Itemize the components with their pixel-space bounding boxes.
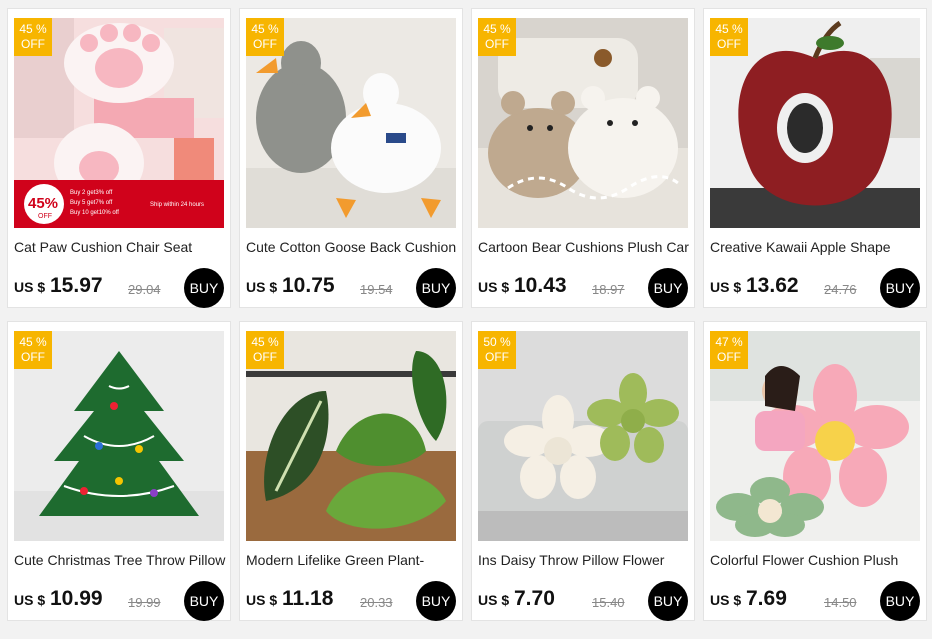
buy-button[interactable]: BUY (184, 268, 224, 308)
product-card[interactable]: 45 % OFF Cute Christmas Tree Throw Pillow… (7, 321, 231, 621)
discount-badge: 45 % OFF (246, 331, 284, 369)
product-image[interactable]: 45 % OFF (478, 18, 688, 228)
original-price: 29.04 (128, 282, 161, 297)
discount-badge: 50 % OFF (478, 331, 516, 369)
product-image[interactable]: 45% OFF Buy 2 get3% off Buy 5 get7% off … (14, 18, 224, 228)
product-title[interactable]: Colorful Flower Cushion Plush (710, 552, 924, 568)
product-card[interactable]: 45 % OFF Cute Cotton Goose Back Cushion U… (239, 8, 463, 308)
product-image[interactable]: 47 % OFF (710, 331, 920, 541)
product-title[interactable]: Cute Christmas Tree Throw Pillow (14, 552, 228, 568)
promo-percent: 45% (28, 195, 58, 212)
sale-price: 11.18 (282, 587, 334, 610)
currency-label: US $ (246, 279, 278, 295)
sale-price: 10.99 (50, 587, 103, 610)
buy-button[interactable]: BUY (648, 268, 688, 308)
buy-button[interactable]: BUY (416, 581, 456, 621)
buy-button[interactable]: BUY (880, 268, 920, 308)
buy-button[interactable]: BUY (184, 581, 224, 621)
original-price: 14.50 (824, 595, 857, 610)
product-card[interactable]: 45 % OFF Creative Kawaii Apple Shape US $… (703, 8, 927, 308)
product-title[interactable]: Modern Lifelike Green Plant- (246, 552, 460, 568)
currency-label: US $ (478, 592, 510, 608)
product-title[interactable]: Cat Paw Cushion Chair Seat (14, 239, 228, 255)
original-price: 19.54 (360, 282, 393, 297)
original-price: 20.33 (360, 595, 393, 610)
sale-price: 10.75 (282, 274, 335, 297)
sale-price: 7.70 (514, 587, 555, 610)
discount-badge: 45 % OFF (478, 18, 516, 56)
currency-label: US $ (14, 592, 46, 608)
product-title[interactable]: Creative Kawaii Apple Shape (710, 239, 924, 255)
sale-price: 13.62 (746, 274, 799, 297)
product-image[interactable]: 45 % OFF (246, 18, 456, 228)
product-card[interactable]: 45% OFF Buy 2 get3% off Buy 5 get7% off … (7, 8, 231, 308)
currency-label: US $ (710, 279, 742, 295)
currency-label: US $ (710, 592, 742, 608)
discount-badge: 45 % OFF (14, 18, 52, 56)
product-image[interactable]: 45 % OFF (14, 331, 224, 541)
product-image[interactable]: 50 % OFF (478, 331, 688, 541)
discount-badge: 45 % OFF (710, 18, 748, 56)
product-image[interactable]: 45 % OFF (246, 331, 456, 541)
discount-badge: 45 % OFF (14, 331, 52, 369)
original-price: 24.76 (824, 282, 857, 297)
currency-label: US $ (14, 279, 46, 295)
original-price: 15.40 (592, 595, 625, 610)
svg-text:Buy 5 get7% off: Buy 5 get7% off (70, 200, 113, 206)
discount-badge: 45 % OFF (246, 18, 284, 56)
product-title[interactable]: Cartoon Bear Cushions Plush Car (478, 239, 692, 255)
product-card[interactable]: 45 % OFF Cartoon Bear Cushions Plush Car … (471, 8, 695, 308)
buy-button[interactable]: BUY (416, 268, 456, 308)
currency-label: US $ (478, 279, 510, 295)
discount-badge: 47 % OFF (710, 331, 748, 369)
product-title[interactable]: Cute Cotton Goose Back Cushion (246, 239, 460, 255)
svg-text:OFF: OFF (38, 213, 52, 220)
svg-text:Ship within 24 hours: Ship within 24 hours (150, 202, 204, 208)
currency-label: US $ (246, 592, 278, 608)
product-grid: 45% OFF Buy 2 get3% off Buy 5 get7% off … (0, 0, 932, 639)
product-card[interactable]: 50 % OFF Ins Daisy Throw Pillow Flower US… (471, 321, 695, 621)
sale-price: 15.97 (50, 274, 103, 297)
product-card[interactable]: 47 % OFF Colorful Flower Cushion Plush US… (703, 321, 927, 621)
buy-button[interactable]: BUY (880, 581, 920, 621)
svg-text:Buy 2 get3% off: Buy 2 get3% off (70, 190, 113, 196)
sale-price: 7.69 (746, 587, 787, 610)
original-price: 18.97 (592, 282, 625, 297)
product-title[interactable]: Ins Daisy Throw Pillow Flower (478, 552, 692, 568)
sale-price: 10.43 (514, 274, 567, 297)
original-price: 19.99 (128, 595, 161, 610)
svg-text:Buy 10 get10% off: Buy 10 get10% off (70, 210, 119, 216)
buy-button[interactable]: BUY (648, 581, 688, 621)
product-image[interactable]: 45 % OFF (710, 18, 920, 228)
product-card[interactable]: 45 % OFF Modern Lifelike Green Plant- US … (239, 321, 463, 621)
